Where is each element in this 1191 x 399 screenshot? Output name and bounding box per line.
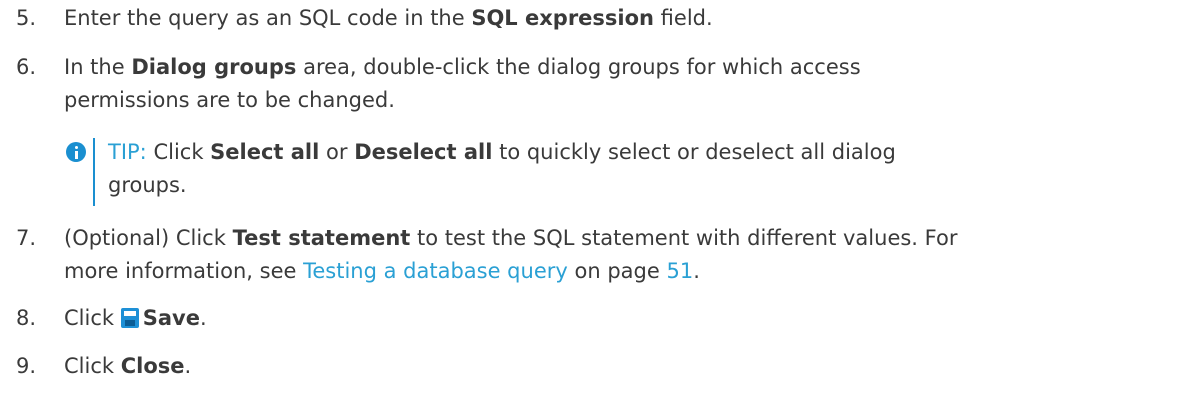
step-7: 7. (Optional) Click Test statement to te… xyxy=(16,222,1176,288)
step-number: 7. xyxy=(16,226,37,250)
step-text-part: Enter the query as an SQL code in the xyxy=(64,6,472,30)
test-statement-label: Test statement xyxy=(232,226,411,250)
step-text-part: Click xyxy=(64,354,121,378)
tip-divider xyxy=(93,138,95,206)
step-text-part: area, double-click the dialog groups for… xyxy=(296,55,861,79)
save-icon xyxy=(120,308,139,328)
step-text-part: to test the SQL statement with different… xyxy=(410,226,958,250)
step-text-part: Click xyxy=(64,306,121,330)
tip-label: TIP: xyxy=(108,140,147,164)
step-text-part: field. xyxy=(654,6,713,30)
deselect-all-label: Deselect all xyxy=(354,140,493,164)
step-6: 6. In the Dialog groups area, double-cli… xyxy=(16,51,1176,117)
step-number: 6. xyxy=(16,55,37,79)
step-text-part: . xyxy=(693,259,700,283)
tip-box: TIP: Click Select all or Deselect all to… xyxy=(66,136,1168,206)
step-8: 8. Click Save. xyxy=(16,302,1176,335)
step-text-part: In the xyxy=(64,55,132,79)
step-text: (Optional) Click Test statement to test … xyxy=(64,222,1176,288)
step-text: Enter the query as an SQL code in the SQ… xyxy=(64,2,1176,35)
save-label: Save xyxy=(142,306,200,330)
sql-expression-label: SQL expression xyxy=(471,6,654,30)
document-page: 5. Enter the query as an SQL code in the… xyxy=(0,0,1191,399)
testing-query-link[interactable]: Testing a database query xyxy=(303,259,568,283)
step-number: 8. xyxy=(16,306,37,330)
tip-text-part: Click xyxy=(146,140,211,164)
step-number: 9. xyxy=(16,354,37,378)
step-5: 5. Enter the query as an SQL code in the… xyxy=(16,2,1176,35)
step-text-part: . xyxy=(184,354,192,378)
dialog-groups-label: Dialog groups xyxy=(131,55,297,79)
page-number-link[interactable]: 51 xyxy=(666,259,693,283)
step-text-part: on page xyxy=(567,259,667,283)
tip-text-part: groups. xyxy=(108,173,187,197)
step-number: 5. xyxy=(16,6,37,30)
step-text: Click Close. xyxy=(64,350,1176,383)
tip-text-part: or xyxy=(319,140,355,164)
step-text: In the Dialog groups area, double-click … xyxy=(64,51,1176,117)
tip-text-part: to quickly select or deselect all dialog xyxy=(492,140,896,164)
close-label: Close xyxy=(120,354,185,378)
step-text-part: more information, see xyxy=(64,259,304,283)
step-text-part: (Optional) Click xyxy=(64,226,233,250)
step-text-part: permissions are to be changed. xyxy=(64,88,395,112)
select-all-label: Select all xyxy=(210,140,320,164)
step-text: Click Save. xyxy=(64,302,1176,335)
info-icon xyxy=(66,142,86,162)
tip-text: TIP: Click Select all or Deselect all to… xyxy=(108,136,1168,202)
step-9: 9. Click Close. xyxy=(16,350,1176,383)
step-text-part: . xyxy=(199,306,207,330)
